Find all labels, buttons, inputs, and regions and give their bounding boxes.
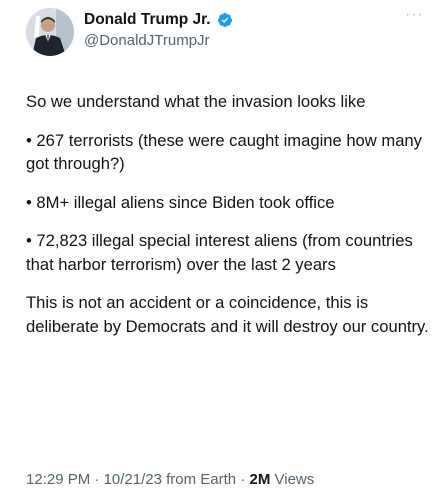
views-count: 2M bbox=[249, 471, 271, 488]
name-block: Donald Trump Jr. @DonaldJTrumpJr bbox=[84, 11, 233, 49]
verified-badge-icon bbox=[217, 12, 233, 28]
meta-separator: · bbox=[94, 471, 100, 488]
tweet-card: Donald Trump Jr. @DonaldJTrumpJr ··· So … bbox=[0, 0, 443, 500]
tweet-closing: This is not an accident or a coincidence… bbox=[26, 293, 429, 336]
tweet-bullet-2: • 8M+ illegal aliens since Biden took of… bbox=[26, 192, 335, 212]
tweet-bullet-3: • 72,823 illegal special interest aliens… bbox=[26, 231, 413, 274]
tweet-time[interactable]: 12:29 PM bbox=[26, 471, 90, 488]
meta-separator: · bbox=[240, 471, 246, 488]
more-options-icon[interactable]: ··· bbox=[405, 7, 424, 23]
display-name[interactable]: Donald Trump Jr. bbox=[84, 11, 211, 29]
tweet-meta: 12:29 PM · 10/21/23 from Earth · 2M View… bbox=[26, 471, 314, 488]
avatar-image bbox=[26, 8, 74, 56]
tweet-source: from Earth bbox=[166, 471, 237, 488]
views-label: Views bbox=[274, 471, 315, 488]
user-handle[interactable]: @DonaldJTrumpJr bbox=[84, 32, 233, 49]
tweet-date[interactable]: 10/21/23 bbox=[104, 471, 162, 488]
avatar[interactable] bbox=[26, 8, 74, 56]
tweet-bullet-1: • 267 terrorists (these were caught imag… bbox=[26, 130, 422, 174]
tweet-header: Donald Trump Jr. @DonaldJTrumpJr ··· bbox=[26, 7, 426, 58]
tweet-body: So we understand what the invasion looks… bbox=[26, 90, 431, 353]
tweet-intro: So we understand what the invasion looks… bbox=[26, 92, 366, 111]
